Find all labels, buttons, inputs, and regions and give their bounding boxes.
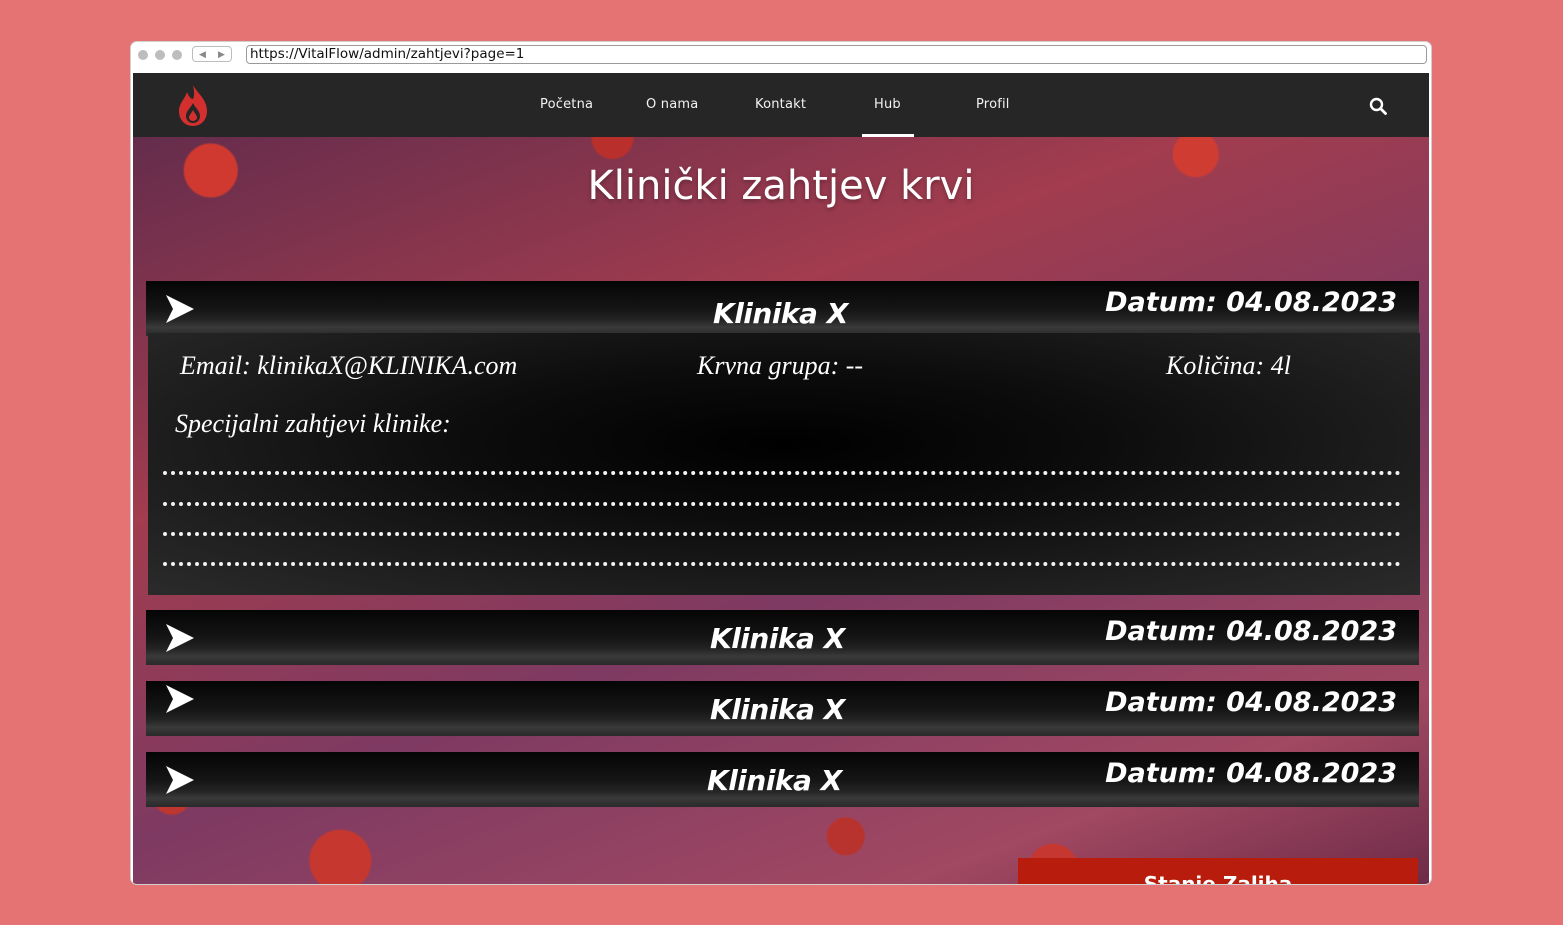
nav-item-pocetna[interactable]: Početna — [540, 97, 593, 112]
special-requests-line[interactable] — [163, 562, 1401, 566]
clinic-name: Klinika X — [707, 764, 842, 797]
request-detail-panel: Email: klinikaX@KLINIKA.com Krvna grupa:… — [148, 333, 1420, 595]
forward-arrow-icon[interactable]: ▶ — [218, 49, 225, 60]
stock-status-button[interactable]: Stanje Zaliha — [1018, 858, 1418, 884]
expand-arrow-icon[interactable] — [164, 622, 196, 654]
window-dot-icon[interactable] — [155, 50, 165, 60]
active-nav-indicator — [862, 134, 914, 137]
nav-item-profil[interactable]: Profil — [976, 97, 1010, 112]
request-header[interactable]: Klinika X Datum: 04.08.2023 — [146, 681, 1419, 736]
blood-drop-logo-icon[interactable] — [175, 83, 211, 127]
expand-arrow-icon[interactable] — [164, 293, 196, 325]
request-date: Datum: 04.08.2023 — [1105, 287, 1397, 318]
special-requests-line[interactable] — [163, 502, 1401, 506]
history-buttons: ◀ ▶ — [192, 46, 232, 62]
top-navigation: Početna O nama Kontakt Hub Profil — [133, 73, 1429, 137]
search-icon[interactable] — [1369, 97, 1387, 115]
browser-chrome: ◀ ▶ https://VitalFlow/admin/zahtjevi?pag… — [131, 42, 1431, 70]
address-bar[interactable]: https://VitalFlow/admin/zahtjevi?page=1 — [246, 45, 1427, 64]
quantity: Količina: 4l — [1166, 351, 1291, 380]
window-dot-icon[interactable] — [172, 50, 182, 60]
nav-item-o-nama[interactable]: O nama — [646, 97, 698, 112]
browser-window: ◀ ▶ https://VitalFlow/admin/zahtjevi?pag… — [130, 41, 1432, 885]
page-title: Klinički zahtjev krvi — [587, 163, 975, 209]
request-date: Datum: 04.08.2023 — [1105, 616, 1397, 647]
nav-item-kontakt[interactable]: Kontakt — [755, 97, 806, 112]
request-date: Datum: 04.08.2023 — [1105, 687, 1397, 718]
back-arrow-icon[interactable]: ◀ — [199, 49, 206, 60]
special-requests-line[interactable] — [163, 471, 1401, 475]
clinic-email: Email: klinikaX@KLINIKA.com — [180, 351, 518, 380]
special-requests-label: Specijalni zahtjevi klinike: — [175, 409, 451, 438]
expand-arrow-icon[interactable] — [164, 764, 196, 796]
request-date: Datum: 04.08.2023 — [1105, 758, 1397, 789]
clinic-name: Klinika X — [710, 622, 845, 655]
window-dot-icon[interactable] — [138, 50, 148, 60]
page-viewport: Početna O nama Kontakt Hub Profil Klinič… — [133, 73, 1429, 884]
request-header[interactable]: Klinika X Datum: 04.08.2023 — [146, 752, 1419, 807]
special-requests-line[interactable] — [163, 532, 1401, 536]
clinic-name: Klinika X — [713, 297, 848, 330]
blood-group: Krvna grupa: -- — [697, 351, 864, 380]
clinic-name: Klinika X — [710, 693, 845, 726]
expand-arrow-icon[interactable] — [164, 683, 196, 715]
request-header[interactable]: Klinika X Datum: 04.08.2023 — [146, 281, 1419, 336]
nav-item-hub[interactable]: Hub — [874, 97, 901, 112]
request-header[interactable]: Klinika X Datum: 04.08.2023 — [146, 610, 1419, 665]
